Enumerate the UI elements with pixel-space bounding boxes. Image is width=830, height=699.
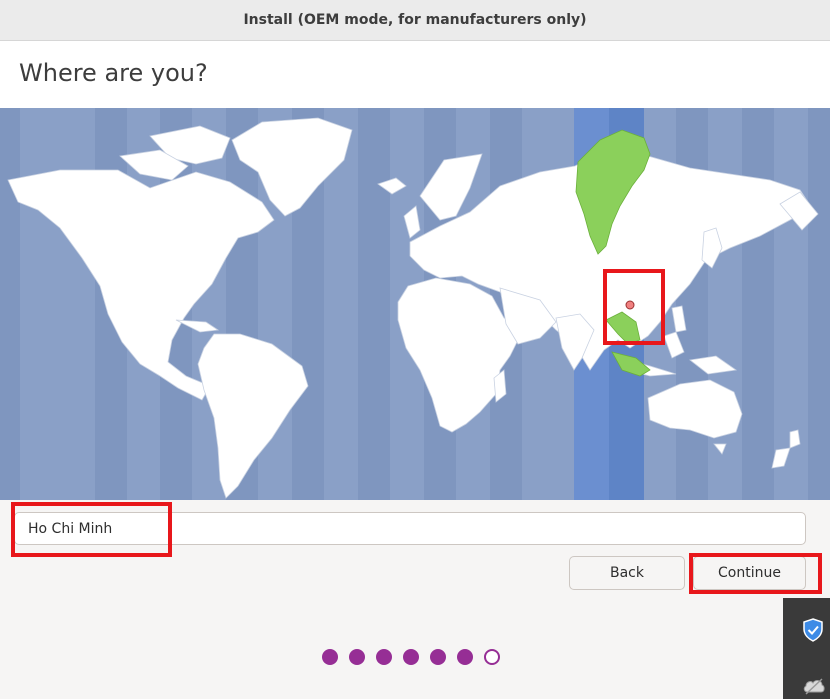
location-input[interactable] xyxy=(14,512,806,545)
continue-button[interactable]: Continue xyxy=(693,556,806,590)
progress-dot-current xyxy=(484,649,500,665)
window-title: Install (OEM mode, for manufacturers onl… xyxy=(243,12,587,28)
installer-window: Install (OEM mode, for manufacturers onl… xyxy=(0,0,830,699)
progress-dot-complete xyxy=(430,649,446,665)
progress-dot-complete xyxy=(376,649,392,665)
city-marker[interactable] xyxy=(625,300,635,310)
progress-dot-complete xyxy=(403,649,419,665)
progress-dot-complete xyxy=(457,649,473,665)
system-tray xyxy=(783,598,830,699)
timezone-map[interactable] xyxy=(0,108,830,500)
world-map-graphic[interactable] xyxy=(0,108,830,500)
title-bar: Install (OEM mode, for manufacturers onl… xyxy=(0,0,830,41)
page-title: Where are you? xyxy=(19,59,208,87)
shield-check-icon[interactable] xyxy=(802,618,824,642)
cloud-icon[interactable] xyxy=(802,676,826,696)
progress-dot-complete xyxy=(322,649,338,665)
page-header: Where are you? xyxy=(0,41,830,108)
progress-dots xyxy=(322,649,500,667)
progress-dot-complete xyxy=(349,649,365,665)
back-button[interactable]: Back xyxy=(569,556,685,590)
